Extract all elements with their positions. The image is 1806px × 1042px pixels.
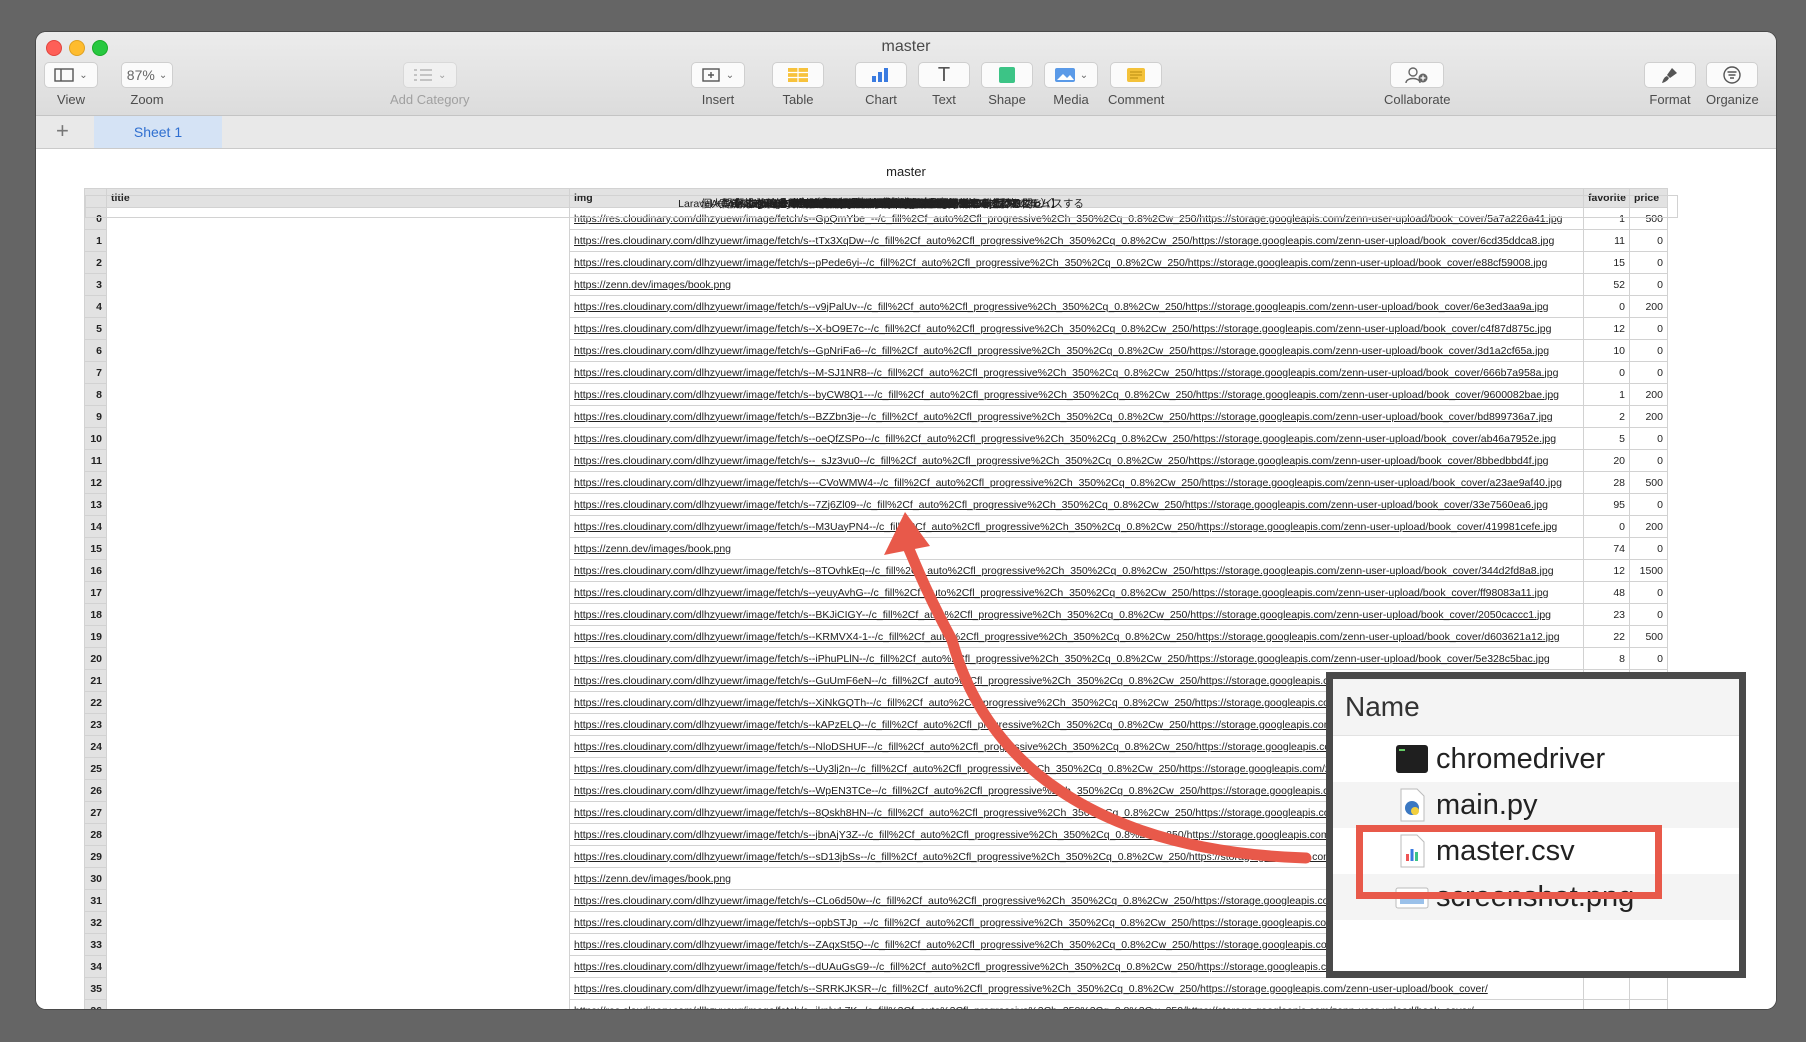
highlight-box [1356, 825, 1662, 899]
python-file-icon [1400, 788, 1425, 822]
file-row-chromedriver[interactable]: chromedriver [1333, 736, 1739, 782]
file-row-main-py[interactable]: main.py [1333, 782, 1739, 828]
name-column-header[interactable]: Name [1333, 679, 1739, 736]
terminal-icon [1396, 745, 1428, 773]
file-name: main.py [1436, 789, 1538, 821]
file-name: chromedriver [1436, 743, 1606, 775]
